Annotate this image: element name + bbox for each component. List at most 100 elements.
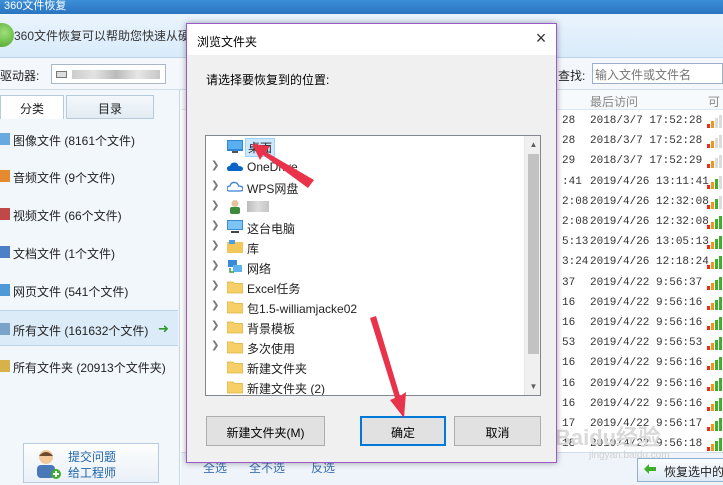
table-row[interactable]: :41 2019/4/26 13:11:41 [558, 172, 723, 192]
drive-select[interactable] [51, 64, 166, 84]
submit-issue-button[interactable]: 提交问题 给工程师 [23, 443, 159, 483]
sidebar-item-label: 所有文件 (161632个文件) [13, 324, 149, 338]
signal-bar [715, 158, 718, 169]
table-row[interactable]: 16 2019/4/22 9:56:16 [558, 313, 723, 333]
tree-item-label: 这台电脑 [247, 222, 296, 236]
row-time-fragment: 28 [562, 135, 576, 148]
table-row[interactable]: 28 2018/3/7 17:52:28 [558, 131, 723, 151]
expand-chevron-icon[interactable]: ❯ [211, 340, 219, 351]
expand-chevron-icon[interactable]: ❯ [211, 300, 219, 311]
row-last-access: 2018/3/7 17:52:28 [590, 115, 703, 127]
table-row[interactable]: 5:13 2019/4/26 13:05:13 [558, 232, 723, 252]
expand-chevron-icon[interactable]: ❯ [211, 200, 219, 211]
tree-item[interactable]: ❯ OneDrive [206, 157, 524, 177]
table-row[interactable]: 3:24 2019/4/26 12:18:24 [558, 252, 723, 272]
tree-item[interactable]: ❯ 背景模板 [206, 317, 524, 337]
this-pc-icon [227, 219, 243, 234]
tree-scrollbar[interactable]: ▲ ▼ [524, 136, 540, 395]
table-row[interactable]: 29 2018/3/7 17:52:29 [558, 151, 723, 171]
table-row[interactable]: 2:08 2019/4/26 12:32:08 [558, 212, 723, 232]
expand-chevron-icon[interactable]: ❯ [211, 320, 219, 331]
scroll-thumb[interactable] [528, 154, 539, 354]
wps-cloud-icon [226, 179, 244, 194]
drive-icon [56, 71, 67, 78]
new-folder-button[interactable]: 新建文件夹(M) [206, 416, 325, 446]
signal-bar [715, 198, 718, 209]
expand-chevron-icon[interactable]: ❯ [211, 240, 219, 251]
expand-chevron-icon[interactable]: ❯ [211, 160, 219, 171]
row-last-access: 2019/4/26 12:18:24 [590, 256, 709, 269]
tree-item-label-redacted [247, 201, 269, 212]
library-icon [227, 239, 243, 254]
table-row[interactable]: 16 2019/4/22 9:56:16 [558, 353, 723, 373]
baidu-watermark: Baidu经验 jingyan.baidu.com [555, 420, 695, 470]
row-last-access: 2019/4/22 9:56:53 [590, 337, 703, 350]
signal-bar [719, 438, 722, 452]
scroll-up-icon[interactable]: ▲ [525, 136, 540, 153]
drive-label: 驱动器: [0, 69, 40, 83]
tab-category[interactable]: 分类 [0, 95, 64, 119]
folder-icon [226, 379, 244, 394]
signal-bar [715, 299, 718, 310]
tree-item[interactable]: ❯ 多次使用 [206, 337, 524, 357]
network-icon [227, 259, 243, 274]
table-row[interactable]: 53 2019/4/22 9:56:53 [558, 333, 723, 353]
tree-item[interactable]: ❯ Excel任务 [206, 277, 524, 297]
tree-item[interactable]: 新建文件夹 [206, 357, 524, 377]
signal-bar [719, 115, 722, 128]
sidebar-item[interactable]: 音频文件 (9个文件) [0, 158, 178, 194]
column-last-access[interactable]: 最后访问 [590, 93, 638, 110]
cancel-button[interactable]: 取消 [454, 416, 541, 446]
ok-button[interactable]: 确定 [360, 416, 446, 446]
recoverability-icon [707, 154, 723, 169]
sidebar-item[interactable]: 所有文件 (161632个文件) ➜ [0, 310, 178, 346]
all-files-icon [0, 323, 10, 335]
signal-bar [719, 418, 722, 431]
sidebar-item[interactable]: 文档文件 (1个文件) [0, 234, 178, 270]
sidebar-item[interactable]: 网页文件 (541个文件) [0, 272, 178, 308]
table-row[interactable]: 16 2019/4/22 9:56:16 [558, 293, 723, 313]
table-row[interactable]: 16 2019/4/22 9:56:16 [558, 394, 723, 414]
scroll-down-icon[interactable]: ▼ [525, 378, 540, 395]
table-row[interactable]: 16 2019/4/22 9:56:16 [558, 374, 723, 394]
tab-directory[interactable]: 目录 [66, 95, 154, 119]
tree-item[interactable]: 桌面 [206, 137, 524, 157]
signal-bar [719, 377, 722, 391]
banner-text: 360文件恢复可以帮助您快速从硬 [14, 29, 191, 43]
tree-item[interactable]: ❯ 这台电脑 [206, 217, 524, 237]
signal-bar [707, 366, 710, 371]
row-time-fragment: 37 [562, 276, 576, 289]
expand-chevron-icon[interactable]: ❯ [211, 280, 219, 291]
sidebar-item[interactable]: 所有文件夹 (20913个文件夹) [0, 348, 178, 384]
user-icon [227, 199, 243, 214]
screen: 360文件恢复 360文件恢复可以帮助您快速从硬 驱动器: 查找: 分类 目录 … [0, 0, 723, 485]
sidebar-item[interactable]: 视频文件 (66个文件) [0, 196, 178, 232]
folder-tree[interactable]: 桌面 ❯ OneDrive ❯ WPS网盘 ❯ ❯ 这台电脑 ❯ 库 ❯ 网络 ❯ Excel任务 ❯ 包1.… [205, 135, 541, 396]
recoverability-icon [707, 235, 723, 250]
expand-chevron-icon[interactable]: ❯ [211, 260, 219, 271]
close-icon[interactable]: × [526, 27, 556, 53]
tree-item[interactable]: ❯ 网络 [206, 257, 524, 277]
signal-bar [707, 124, 710, 128]
table-row[interactable]: 37 2019/4/22 9:56:37 [558, 273, 723, 293]
row-last-access: 2019/4/26 12:32:08 [590, 195, 709, 208]
signal-bar [707, 164, 710, 169]
search-input[interactable] [592, 63, 723, 84]
tree-item[interactable]: ❯ 库 [206, 237, 524, 257]
selected-arrow-icon: ➜ [158, 321, 169, 336]
app-titlebar: 360文件恢复 [0, 0, 723, 14]
tree-item[interactable]: 新建文件夹 (2) [206, 377, 524, 395]
tree-item[interactable]: ❯ [206, 197, 524, 217]
dialog-titlebar[interactable]: 浏览文件夹 × [187, 24, 556, 55]
table-row[interactable]: 28 2018/3/7 17:52:28 [558, 111, 723, 131]
recoverability-icon [707, 316, 723, 330]
table-row[interactable]: 2:08 2019/4/26 12:32:08 [558, 192, 723, 212]
tree-item[interactable]: ❯ WPS网盘 [206, 177, 524, 197]
sidebar-item[interactable]: 图像文件 (8161个文件) [0, 121, 178, 157]
expand-chevron-icon[interactable]: ❯ [211, 220, 219, 231]
tree-item[interactable]: ❯ 包1.5-williamjacke02 [206, 297, 524, 317]
tree-item-label: 包1.5-williamjacke02 [247, 302, 358, 316]
column-recoverable[interactable]: 可 [708, 93, 720, 110]
expand-chevron-icon[interactable]: ❯ [211, 180, 219, 191]
signal-bar [711, 282, 714, 290]
